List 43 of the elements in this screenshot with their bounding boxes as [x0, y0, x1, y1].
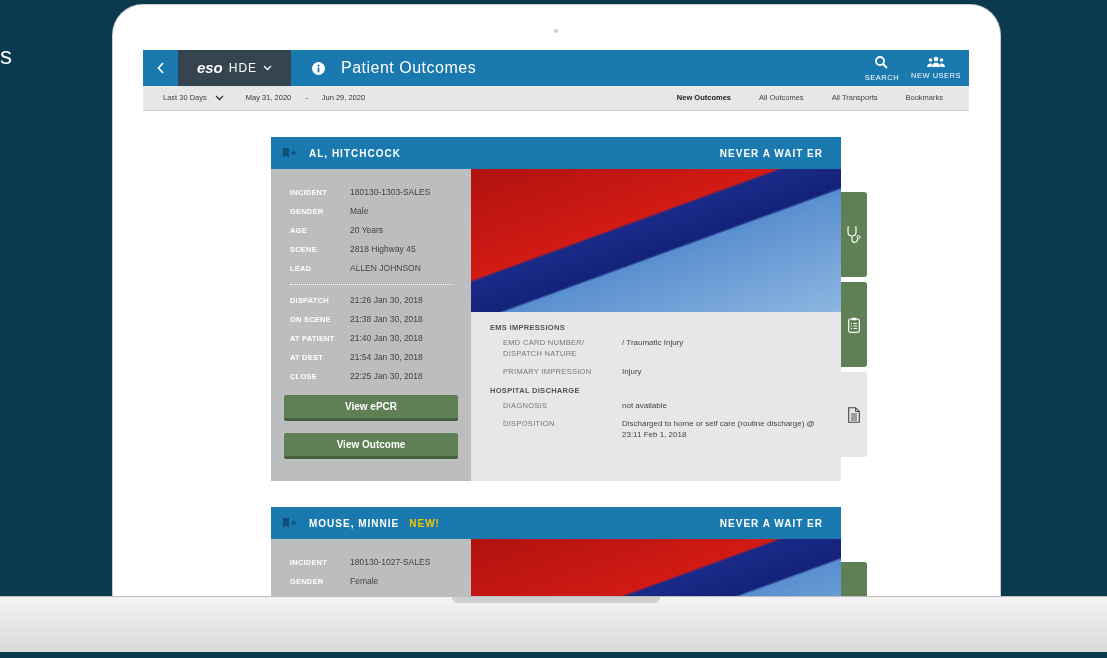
- detail-value: / Traumatic Injury: [622, 338, 685, 350]
- chevron-down-icon: [263, 65, 273, 71]
- page-title: Patient Outcomes: [341, 58, 477, 78]
- patient-name: AL, HITCHCOCK: [309, 146, 401, 161]
- facility-name: NEVER A WAIT ER: [719, 146, 823, 161]
- app-switcher[interactable]: eso HDE: [178, 50, 291, 86]
- field-value: 21:26 Jan 30, 2018: [350, 294, 423, 307]
- field-value: Male: [350, 205, 369, 218]
- stethoscope-icon: [847, 225, 861, 244]
- field-value: 180130-1303-SALES: [350, 186, 431, 199]
- detail-value: Injury: [622, 367, 643, 378]
- side-tab[interactable]: [841, 282, 867, 367]
- field-value: 22:25 Jan 30, 2018: [350, 370, 423, 383]
- field-value: ALLEN JOHNSON: [350, 262, 421, 275]
- new-label: NEW!: [409, 516, 440, 531]
- field-value: 21:38 Jan 30, 2018: [350, 313, 423, 326]
- view-button[interactable]: View ePCR: [284, 395, 458, 421]
- background-text: s: [0, 41, 12, 71]
- side-tab[interactable]: [841, 372, 867, 457]
- document-icon: [848, 406, 860, 423]
- camera-dot: [554, 29, 558, 33]
- field-value: 2818 Highway 45: [350, 243, 416, 256]
- bookmark-add-icon: [283, 148, 297, 158]
- side-tab[interactable]: [841, 192, 867, 277]
- field-value: Female: [350, 575, 379, 588]
- back-icon: [156, 62, 165, 74]
- search-icon: [875, 56, 889, 69]
- field-value: 21:40 Jan 30, 2018: [350, 332, 423, 345]
- product-name: HDE: [228, 60, 258, 77]
- patient-name: MOUSE, MINNIE: [309, 516, 400, 531]
- users-icon: [927, 56, 946, 67]
- detail-value: not available: [622, 401, 668, 412]
- field-value: 180130-1027-SALES: [350, 556, 431, 569]
- chevron-down-icon: [214, 95, 224, 101]
- field-value: 20 Years: [350, 224, 384, 237]
- view-button[interactable]: View Outcome: [284, 433, 458, 459]
- brand-logo: eso: [196, 57, 223, 78]
- field-value: 21:54 Jan 30, 2018: [350, 351, 423, 364]
- bookmark-add-icon: [283, 518, 297, 528]
- clipboard-icon: [848, 316, 860, 333]
- info-icon: [312, 61, 325, 75]
- detail-value: Discharged to home or self care (routine discharge) @ 23:11 Feb 1, 2018: [622, 419, 816, 441]
- facility-name: NEVER A WAIT ER: [719, 516, 823, 531]
